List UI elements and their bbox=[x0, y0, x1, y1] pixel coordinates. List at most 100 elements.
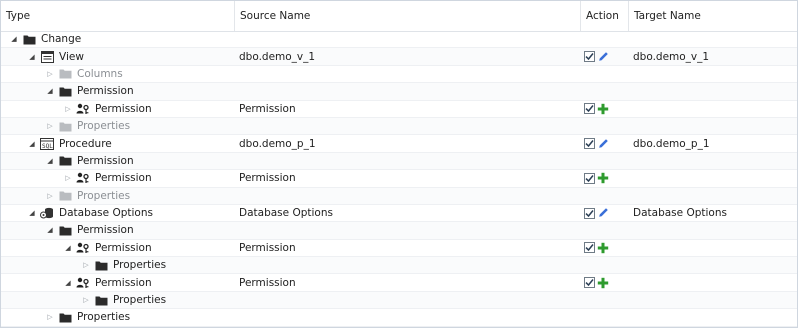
action-cell bbox=[584, 170, 628, 186]
folder-icon bbox=[58, 224, 72, 236]
action-cell bbox=[584, 153, 628, 169]
target-name-cell: dbo.demo_v_1 bbox=[633, 50, 710, 63]
type-label: Permission bbox=[77, 224, 134, 237]
collapse-arrow-icon[interactable]: ◢ bbox=[27, 139, 37, 149]
type-cell: ◢ Change bbox=[1, 31, 242, 47]
expand-arrow-icon[interactable]: ▷ bbox=[81, 295, 91, 305]
tree-row[interactable]: ◢ Permission Permission bbox=[1, 274, 797, 292]
type-cell: ◢ View bbox=[1, 48, 260, 64]
target-name-cell bbox=[633, 118, 793, 134]
include-checkbox[interactable] bbox=[584, 277, 595, 289]
type-cell: ▷ Properties bbox=[1, 309, 278, 325]
expand-arrow-icon[interactable]: ▷ bbox=[45, 69, 55, 79]
alter-icon bbox=[597, 138, 609, 150]
type-label: Permission bbox=[95, 276, 152, 289]
target-name-cell bbox=[633, 274, 793, 290]
target-name-cell: Database Options bbox=[633, 207, 727, 220]
column-header-action[interactable]: Action bbox=[580, 1, 628, 31]
action-cell bbox=[584, 83, 628, 99]
tree-row[interactable]: ◢ SQL Procedure dbo.demo_p_1 dbo.demo_p_… bbox=[1, 135, 797, 153]
permission-icon bbox=[76, 172, 90, 184]
collapse-arrow-icon[interactable]: ◢ bbox=[45, 225, 55, 235]
collapse-arrow-icon[interactable]: ◢ bbox=[63, 278, 73, 288]
svg-text:SQL: SQL bbox=[42, 143, 53, 150]
source-name-cell bbox=[239, 257, 579, 273]
include-checkbox[interactable] bbox=[584, 207, 595, 219]
collapse-arrow-icon[interactable]: ◢ bbox=[45, 156, 55, 166]
tree-row[interactable]: ▷ Properties bbox=[1, 117, 797, 136]
expand-arrow-icon[interactable]: ▷ bbox=[45, 121, 55, 131]
type-label: Properties bbox=[77, 120, 131, 133]
column-header-type[interactable]: Type bbox=[1, 1, 234, 31]
column-header-target-name[interactable]: Target Name bbox=[628, 1, 797, 31]
type-cell: ▷ Properties bbox=[1, 118, 278, 134]
target-name-cell: dbo.demo_p_1 bbox=[633, 137, 710, 150]
include-checkbox[interactable] bbox=[584, 172, 595, 184]
type-cell: ◢ Permission bbox=[1, 153, 278, 169]
grid-header: Type Source Name Action Target Name bbox=[1, 1, 797, 32]
expand-arrow-icon[interactable]: ▷ bbox=[81, 260, 91, 270]
target-name-cell bbox=[633, 257, 793, 273]
tree-row[interactable]: ◢ Change bbox=[1, 31, 797, 49]
action-cell bbox=[584, 188, 628, 204]
expand-arrow-icon[interactable]: ▷ bbox=[63, 173, 73, 183]
folder-icon bbox=[58, 120, 72, 132]
tree-row[interactable]: ◢ Permission bbox=[1, 83, 797, 101]
folder-icon bbox=[58, 68, 72, 80]
expand-arrow-icon[interactable]: ▷ bbox=[45, 312, 55, 322]
add-icon bbox=[597, 103, 609, 115]
source-name-cell: Permission bbox=[239, 276, 296, 289]
type-label: Properties bbox=[77, 311, 131, 324]
source-name-cell bbox=[239, 83, 579, 99]
tree-row[interactable]: ◢ Permission Permission bbox=[1, 240, 797, 258]
collapse-arrow-icon[interactable]: ◢ bbox=[63, 243, 73, 253]
target-name-cell bbox=[633, 309, 793, 325]
include-checkbox[interactable] bbox=[584, 242, 595, 254]
tree-row[interactable]: ◢ View dbo.demo_v_1 dbo.demo_v_1 bbox=[1, 48, 797, 66]
tree-row[interactable]: ◢ Permission bbox=[1, 222, 797, 240]
include-checkbox[interactable] bbox=[584, 51, 595, 63]
folder-icon bbox=[58, 311, 72, 323]
tree-row[interactable]: ◢ Permission bbox=[1, 152, 797, 171]
target-name-cell bbox=[633, 31, 793, 47]
type-cell: ◢ SQL Procedure bbox=[1, 135, 260, 151]
source-name-cell bbox=[239, 153, 579, 169]
tree-row[interactable]: ▷ Permission Permission bbox=[1, 101, 797, 118]
target-name-cell bbox=[633, 170, 793, 186]
collapse-arrow-icon[interactable]: ◢ bbox=[9, 34, 19, 44]
action-cell bbox=[584, 66, 628, 82]
tree-row[interactable]: ▷ Properties bbox=[1, 309, 797, 327]
tree-row[interactable]: ▷ Properties bbox=[1, 187, 797, 205]
tree-row[interactable]: ◢ Database Options Database Options Data… bbox=[1, 205, 797, 223]
collapse-arrow-icon[interactable]: ◢ bbox=[45, 86, 55, 96]
target-name-cell bbox=[633, 83, 793, 99]
view-icon bbox=[40, 50, 54, 63]
source-name-cell: Permission bbox=[239, 102, 296, 115]
source-name-cell: Permission bbox=[239, 172, 296, 185]
alter-icon bbox=[597, 51, 609, 63]
action-cell bbox=[584, 135, 628, 151]
tree-row[interactable]: ▷ Permission Permission bbox=[1, 170, 797, 188]
target-name-cell bbox=[633, 101, 793, 117]
permission-icon bbox=[76, 242, 90, 254]
action-cell bbox=[584, 48, 628, 64]
type-cell: ▷ Columns bbox=[1, 66, 278, 82]
type-label: Properties bbox=[113, 294, 167, 307]
type-label: Properties bbox=[113, 259, 167, 272]
expand-arrow-icon[interactable]: ▷ bbox=[45, 191, 55, 201]
target-name-cell bbox=[633, 66, 793, 82]
tree-row[interactable]: ▷ Columns bbox=[1, 66, 797, 84]
source-name-cell bbox=[239, 31, 579, 47]
type-label: Change bbox=[41, 33, 82, 46]
tree-row[interactable]: ▷ Properties bbox=[1, 257, 797, 275]
collapse-arrow-icon[interactable]: ◢ bbox=[27, 208, 37, 218]
tree-row[interactable]: ▷ Properties bbox=[1, 291, 797, 310]
expand-arrow-icon[interactable]: ▷ bbox=[63, 104, 73, 114]
column-header-source-name[interactable]: Source Name bbox=[234, 1, 580, 31]
include-checkbox[interactable] bbox=[584, 103, 595, 115]
include-checkbox[interactable] bbox=[584, 138, 595, 150]
source-name-cell bbox=[239, 309, 579, 325]
action-cell bbox=[584, 274, 628, 290]
action-cell bbox=[584, 101, 628, 117]
collapse-arrow-icon[interactable]: ◢ bbox=[27, 52, 37, 62]
